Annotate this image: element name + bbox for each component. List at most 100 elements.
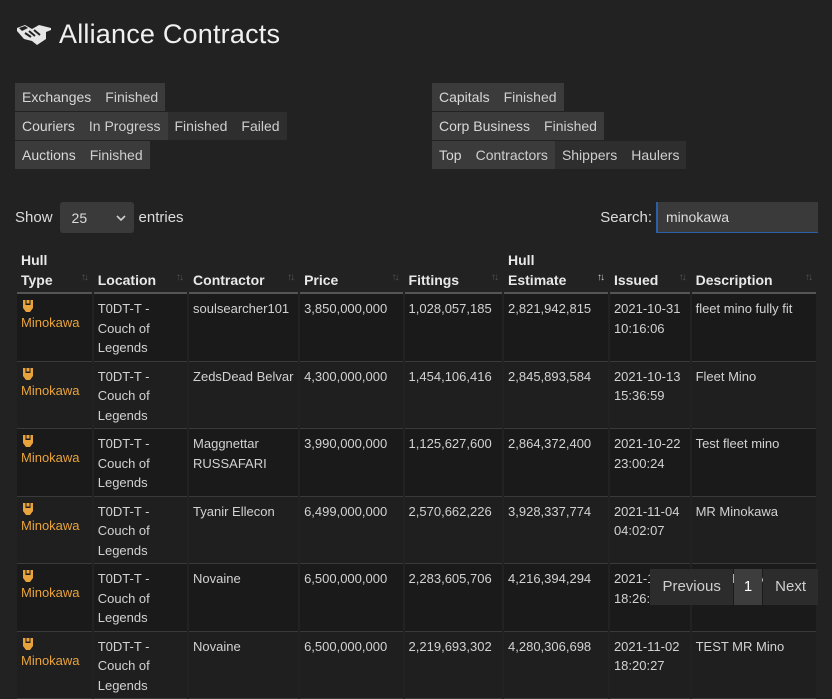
sort-icon: ↑↓: [81, 268, 87, 288]
filter-top-contractors-button[interactable]: Contractors: [469, 141, 555, 169]
cell-fittings: 2,219,693,302: [405, 632, 502, 699]
column-header-issued[interactable]: Issued↑↓: [610, 250, 690, 294]
ship-icon: [21, 637, 35, 651]
cell-fittings: 1,454,106,416: [405, 362, 502, 430]
hull-type-link[interactable]: Minokawa: [21, 653, 80, 668]
filter-top-shippers-button[interactable]: Shippers: [555, 141, 624, 169]
column-header-location[interactable]: Location↑↓: [94, 250, 187, 294]
sort-icon: ↑↓: [176, 268, 182, 288]
cell-hull-estimate: 4,216,394,294: [504, 564, 608, 632]
cell-fittings: 2,283,605,706: [405, 564, 502, 632]
table-row[interactable]: MinokawaT0DT-T - Couch of LegendsMaggnet…: [17, 429, 816, 497]
next-button[interactable]: Next: [763, 569, 818, 605]
cell-description: Fleet Mino: [692, 362, 816, 430]
filter-exchanges-finished-button[interactable]: Finished: [98, 83, 165, 111]
page-1-button[interactable]: 1: [734, 569, 762, 605]
search-control: Search:: [600, 202, 818, 233]
cell-issued: 2021-10-1315:36:59: [610, 362, 690, 430]
handshake-icon: [15, 19, 53, 49]
cell-hull-estimate: 2,864,372,400: [504, 429, 608, 497]
cell-price: 3,850,000,000: [300, 294, 402, 362]
issued-date: 2021-11-04: [614, 502, 686, 522]
column-header-line1: Hull: [508, 250, 604, 270]
cell-price: 3,990,000,000: [300, 429, 402, 497]
column-header-hull-type[interactable]: HullType↑↓: [17, 250, 92, 294]
cell-hull-type: Minokawa: [17, 497, 92, 565]
entries-select-value: 25: [72, 210, 88, 226]
search-label: Search:: [600, 209, 652, 226]
entries-select[interactable]: 25: [60, 202, 134, 233]
filter-row-auctions: AuctionsFinished: [15, 141, 150, 169]
cell-contractor: Novaine: [189, 564, 298, 632]
filter-exchanges-button[interactable]: Exchanges: [15, 83, 98, 111]
filter-capitals-finished-button[interactable]: Finished: [497, 83, 564, 111]
hull-type-link[interactable]: Minokawa: [21, 518, 80, 533]
cell-description: Test fleet mino: [692, 429, 816, 497]
filter-row-exchanges: ExchangesFinished: [15, 83, 165, 111]
issued-time: 18:20:27: [614, 656, 686, 676]
column-header-description[interactable]: Description↑↓: [692, 250, 816, 294]
issued-time: 04:02:07: [614, 521, 686, 541]
column-header-label: Issued: [614, 270, 686, 290]
cell-hull-estimate: 2,821,942,815: [504, 294, 608, 362]
column-header-hull-estimate[interactable]: HullEstimate↑↓: [504, 250, 608, 294]
previous-button[interactable]: Previous: [650, 569, 732, 605]
filter-couriers-button[interactable]: Couriers: [15, 112, 82, 140]
cell-price: 4,300,000,000: [300, 362, 402, 430]
column-header-label: Description: [696, 270, 812, 290]
column-header-label: Fittings: [409, 270, 498, 290]
ship-icon: [21, 299, 35, 313]
cell-location: T0DT-T - Couch of Legends: [94, 362, 187, 430]
ship-icon: [21, 367, 35, 381]
table-body: MinokawaT0DT-T - Couch of Legendssoulsea…: [17, 294, 816, 699]
table-row[interactable]: Minokawa T0DT-T - Couch of LegendsZedsDea…: [17, 362, 816, 430]
cell-contractor: soulsearcher101: [189, 294, 298, 362]
filter-corp-business-finished-button[interactable]: Finished: [537, 112, 604, 140]
ship-icon: [21, 569, 35, 583]
issued-time: 15:36:59: [614, 386, 686, 406]
hull-type-link[interactable]: Minokawa: [21, 383, 80, 398]
cell-contractor: ZedsDead Belvar: [189, 362, 298, 430]
cell-hull-estimate: 2,845,893,584: [504, 362, 608, 430]
filter-couriers-in-progress-button[interactable]: In Progress: [82, 112, 168, 140]
cell-issued: 2021-11-0218:20:27: [610, 632, 690, 699]
sort-icon: ↑↓: [597, 268, 603, 288]
filter-capitals-button[interactable]: Capitals: [432, 83, 497, 111]
filter-row-corp-business: Corp BusinessFinished: [432, 112, 604, 140]
sort-icon: ↑↓: [679, 268, 685, 288]
column-header-fittings[interactable]: Fittings↑↓: [405, 250, 502, 294]
sort-icon: ↑↓: [805, 268, 811, 288]
column-header-price[interactable]: Price↑↓: [300, 250, 402, 294]
cell-location: T0DT-T - Couch of Legends: [94, 497, 187, 565]
column-header-label: Type: [21, 270, 88, 290]
filter-auctions-button[interactable]: Auctions: [15, 141, 83, 169]
hull-type-link[interactable]: Minokawa: [21, 315, 80, 330]
filter-top-haulers-button[interactable]: Haulers: [624, 141, 686, 169]
page-header: Alliance Contracts: [15, 14, 280, 54]
table-row[interactable]: Minokawa T0DT-T - Couch of LegendsTyanir …: [17, 497, 816, 565]
column-header-contractor[interactable]: Contractor↑↓: [189, 250, 298, 294]
filter-row-couriers: CouriersIn ProgressFinishedFailed: [15, 112, 287, 140]
filter-corp-business-button[interactable]: Corp Business: [432, 112, 537, 140]
cell-location: T0DT-T - Couch of Legends: [94, 429, 187, 497]
table-row[interactable]: MinokawaT0DT-T - Couch of LegendsNovaine…: [17, 632, 816, 699]
ship-icon: [21, 502, 35, 516]
filter-couriers-finished-button[interactable]: Finished: [168, 112, 235, 140]
show-label: Show: [15, 209, 53, 226]
page-title: Alliance Contracts: [59, 19, 280, 50]
filter-top-button[interactable]: Top: [432, 141, 469, 169]
hull-type-link[interactable]: Minokawa: [21, 450, 80, 465]
filter-auctions-finished-button[interactable]: Finished: [83, 141, 150, 169]
issued-date: 2021-11-02: [614, 637, 686, 657]
entries-label: entries: [139, 209, 184, 226]
hull-type-link[interactable]: Minokawa: [21, 585, 80, 600]
search-input[interactable]: [656, 202, 818, 233]
cell-contractor: Tyanir Ellecon: [189, 497, 298, 565]
filter-couriers-failed-button[interactable]: Failed: [234, 112, 286, 140]
sort-icon: ↑↓: [392, 268, 398, 288]
sort-icon: ↑↓: [491, 268, 497, 288]
table-row[interactable]: MinokawaT0DT-T - Couch of Legendssoulsea…: [17, 294, 816, 362]
contracts-table: HullType↑↓Location↑↓Contractor↑↓Price↑↓F…: [15, 250, 818, 699]
length-control: Show 25 entries: [15, 202, 184, 233]
cell-fittings: 2,570,662,226: [405, 497, 502, 565]
